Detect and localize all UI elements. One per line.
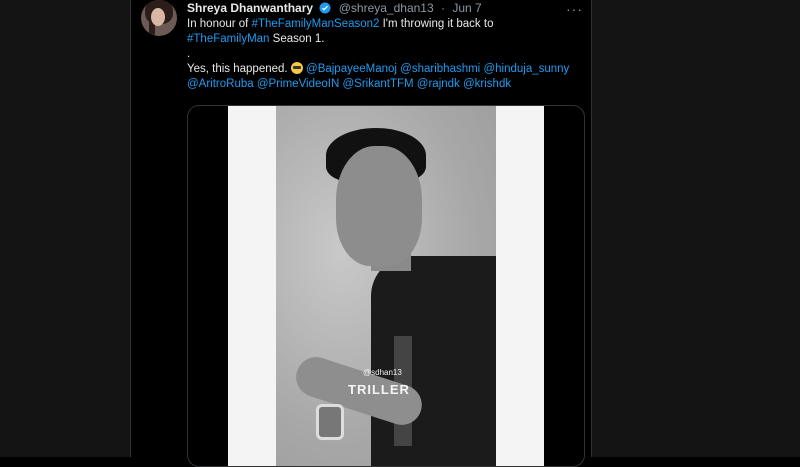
- mention-link[interactable]: @hinduja_sunny: [483, 63, 569, 75]
- hashtag-link[interactable]: #TheFamilyManSeason2: [252, 18, 380, 30]
- sunglasses-emoji-icon: [290, 62, 303, 74]
- watermark-handle: @sdhan13: [363, 368, 402, 377]
- mention-link[interactable]: @sharibhashmi: [400, 63, 480, 75]
- tweet-header: Shreya Dhanwanthary @shreya_dhan13 · Jun…: [187, 1, 482, 17]
- text-segment: In honour of: [187, 18, 252, 30]
- video-media[interactable]: @sdhan13 TRILLER: [187, 105, 585, 467]
- author-handle[interactable]: @shreya_dhan13: [339, 1, 434, 15]
- avatar[interactable]: [141, 0, 177, 36]
- mention-link[interactable]: @rajndk: [417, 78, 460, 90]
- dot-line: .: [187, 48, 191, 60]
- tweet[interactable]: Shreya Dhanwanthary @shreya_dhan13 · Jun…: [130, 0, 592, 467]
- text-segment: Season 1.: [269, 33, 325, 45]
- author-name[interactable]: Shreya Dhanwanthary: [187, 1, 313, 15]
- right-sidebar-background: [592, 0, 800, 457]
- hashtag-link[interactable]: #TheFamilyMan: [187, 33, 269, 45]
- tweet-text: In honour of #TheFamilyManSeason2 I'm th…: [187, 17, 587, 92]
- text-segment: Yes, this happened.: [187, 63, 291, 75]
- mention-link[interactable]: @SrikantTFM: [342, 78, 413, 90]
- video-still[interactable]: [276, 106, 496, 466]
- mention-link[interactable]: @AritroRuba: [187, 78, 254, 90]
- verified-badge-icon: [319, 2, 331, 17]
- left-sidebar-background: [0, 0, 130, 457]
- triller-logo: TRILLER: [348, 382, 410, 397]
- more-options-icon[interactable]: ···: [566, 1, 583, 17]
- tweet-date[interactable]: Jun 7: [452, 1, 481, 15]
- separator-dot: ·: [441, 1, 445, 15]
- mention-link[interactable]: @PrimeVideoIN: [257, 78, 339, 90]
- mention-link[interactable]: @BajpayeeManoj: [306, 63, 397, 75]
- mention-link[interactable]: @krishdk: [463, 78, 511, 90]
- text-segment: I'm throwing it back to: [379, 18, 494, 30]
